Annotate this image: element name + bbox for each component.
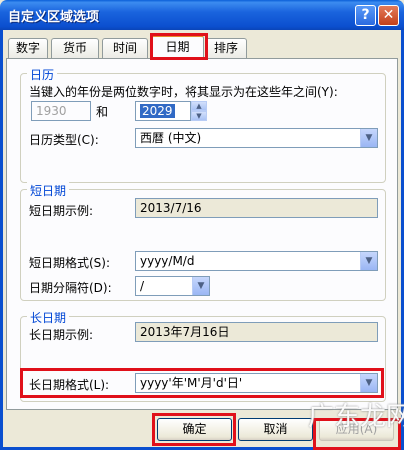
year-to-value: 2029 bbox=[140, 104, 175, 118]
chevron-down-icon[interactable]: ▼ bbox=[360, 374, 377, 392]
long-date-format-value: yyyy'年'M'月'd'日' bbox=[140, 376, 243, 390]
chevron-down-icon[interactable]: ▼ bbox=[360, 252, 377, 270]
spin-up-icon[interactable]: ▲ bbox=[191, 101, 207, 111]
year-spinner[interactable]: ▲ ▼ bbox=[191, 101, 207, 121]
help-button[interactable]: ? bbox=[355, 5, 376, 26]
long-date-sample-field: 2013年7月16日 bbox=[135, 322, 378, 342]
year-from-field: 1930 bbox=[31, 101, 91, 121]
ok-button[interactable]: 确定 bbox=[157, 418, 232, 441]
two-digit-year-label: 当键入的年份是两位数字时，将其显示为在这些年之间(Y): bbox=[29, 85, 338, 99]
chevron-down-icon[interactable]: ▼ bbox=[192, 277, 209, 295]
tab-time[interactable]: 时间 bbox=[102, 38, 148, 58]
calendar-type-select[interactable]: 西暦 (中文) ▼ bbox=[135, 128, 378, 148]
spin-down-icon[interactable]: ▼ bbox=[191, 111, 207, 121]
long-date-sample-label: 长日期示例: bbox=[29, 328, 94, 342]
date-separator-label: 日期分隔符(D): bbox=[29, 281, 112, 295]
short-date-sample-label: 短日期示例: bbox=[29, 204, 94, 218]
long-date-group-title: 长日期 bbox=[27, 309, 70, 326]
and-label: 和 bbox=[96, 105, 109, 119]
calendar-type-label: 日历类型(C): bbox=[29, 133, 99, 147]
watermark: 广东龙网 bbox=[308, 402, 404, 432]
close-button[interactable]: ✕ bbox=[378, 5, 399, 26]
short-date-group-title: 短日期 bbox=[27, 182, 70, 199]
cancel-button[interactable]: 取消 bbox=[238, 418, 313, 441]
short-date-format-select[interactable]: yyyy/M/d ▼ bbox=[135, 251, 378, 271]
tab-date[interactable]: 日期 bbox=[151, 35, 204, 59]
year-to-field[interactable]: 2029 bbox=[135, 101, 191, 121]
long-date-format-label: 长日期格式(L): bbox=[29, 378, 110, 392]
calendar-type-value: 西暦 (中文) bbox=[140, 131, 202, 145]
chevron-down-icon[interactable]: ▼ bbox=[360, 129, 377, 147]
tab-sort[interactable]: 排序 bbox=[205, 38, 247, 58]
date-tab-panel: 日历 当键入的年份是两位数字时，将其显示为在这些年之间(Y): 1930 和 2… bbox=[6, 58, 398, 410]
calendar-group-title: 日历 bbox=[27, 66, 58, 83]
tab-number[interactable]: 数字 bbox=[8, 38, 48, 58]
window-title: 自定义区域选项 bbox=[8, 10, 100, 25]
date-separator-select[interactable]: / ▼ bbox=[135, 276, 210, 296]
date-separator-value: / bbox=[140, 279, 145, 293]
title-bar: 自定义区域选项 ? ✕ bbox=[0, 0, 404, 30]
long-date-format-select[interactable]: yyyy'年'M'月'd'日' ▼ bbox=[135, 373, 378, 393]
short-date-format-label: 短日期格式(S): bbox=[29, 256, 111, 270]
tab-currency[interactable]: 货币 bbox=[51, 38, 99, 58]
short-date-sample-field: 2013/7/16 bbox=[135, 198, 378, 218]
short-date-format-value: yyyy/M/d bbox=[140, 254, 195, 268]
